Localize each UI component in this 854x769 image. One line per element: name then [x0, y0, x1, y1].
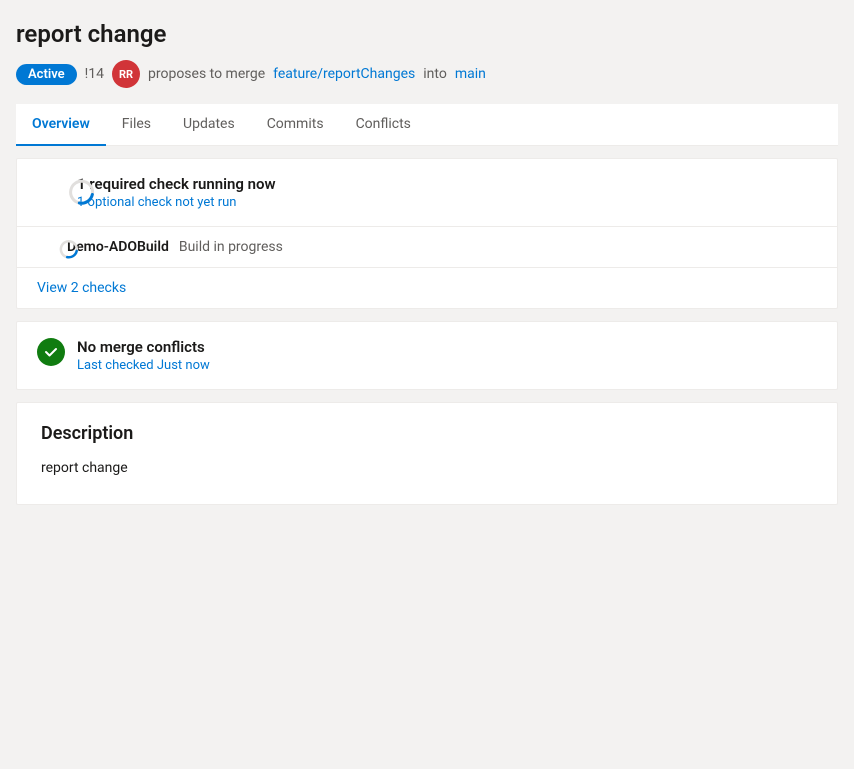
- page-header: report change Active !14 RR proposes to …: [16, 20, 838, 88]
- checks-subtitle[interactable]: 1 optional check not yet run: [77, 195, 276, 210]
- pr-number: !14: [85, 66, 104, 82]
- tab-updates[interactable]: Updates: [167, 104, 251, 146]
- tabs-bar: Overview Files Updates Commits Conflicts: [16, 104, 838, 146]
- checks-info: 1 required check running now 1 optional …: [77, 175, 276, 210]
- success-icon: [37, 338, 65, 366]
- last-checked-label: Last checked: [77, 358, 154, 373]
- source-branch-link[interactable]: feature/reportChanges: [273, 66, 415, 82]
- build-name: Demo-ADOBuild: [67, 239, 169, 255]
- no-conflicts-title: No merge conflicts: [77, 338, 210, 356]
- page-title: report change: [16, 20, 838, 48]
- check-row-build: Demo-ADOBuild Build in progress: [17, 226, 837, 268]
- build-status: Build in progress: [179, 239, 283, 255]
- no-conflicts-sub: Last checked Just now: [77, 358, 210, 373]
- view-checks-link[interactable]: View 2 checks: [17, 268, 837, 308]
- into-text: into: [423, 66, 447, 82]
- checks-header: 1 required check running now 1 optional …: [17, 159, 837, 226]
- target-branch-link[interactable]: main: [455, 66, 486, 82]
- tab-files[interactable]: Files: [106, 104, 167, 146]
- no-conflicts-row: No merge conflicts Last checked Just now: [17, 322, 837, 389]
- meta-row: Active !14 RR proposes to merge feature/…: [16, 60, 838, 88]
- status-badge: Active: [16, 64, 77, 85]
- tab-overview[interactable]: Overview: [16, 104, 106, 146]
- tab-commits[interactable]: Commits: [251, 104, 340, 146]
- merge-text: proposes to merge: [148, 66, 265, 82]
- description-heading: Description: [41, 423, 813, 444]
- description-card: Description report change: [16, 402, 838, 505]
- no-conflicts-info: No merge conflicts Last checked Just now: [77, 338, 210, 373]
- checks-card: 1 required check running now 1 optional …: [16, 158, 838, 309]
- description-text: report change: [41, 460, 813, 476]
- checks-title: 1 required check running now: [77, 175, 276, 193]
- tab-conflicts[interactable]: Conflicts: [340, 104, 427, 146]
- avatar: RR: [112, 60, 140, 88]
- last-checked-time: Just now: [157, 358, 210, 373]
- conflicts-card: No merge conflicts Last checked Just now: [16, 321, 838, 390]
